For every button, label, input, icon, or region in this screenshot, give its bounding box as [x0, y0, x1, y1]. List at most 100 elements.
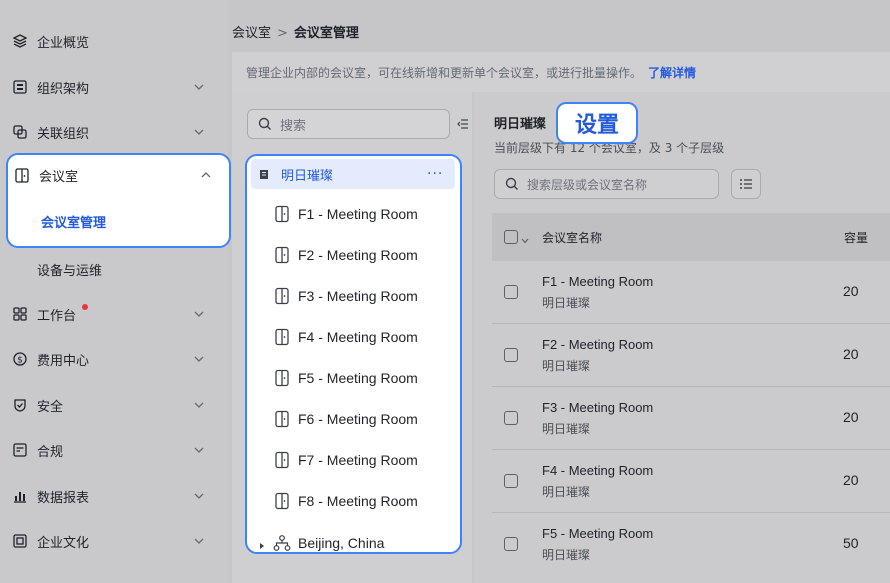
tree-room-item[interactable]: F2 - Meeting Room: [247, 240, 459, 270]
notification-dot: [82, 304, 88, 310]
culture-icon: [12, 533, 28, 549]
sidebar-item-billing[interactable]: $ 费用中心: [0, 339, 228, 379]
tree-room-label: F6 - Meeting Room: [298, 411, 418, 427]
learn-more-link[interactable]: 了解详情: [648, 64, 696, 81]
tree-room-label: F8 - Meeting Room: [298, 493, 418, 509]
room-search-placeholder: 搜索层级或会议室名称: [527, 177, 648, 192]
meeting-room-icon: [14, 167, 30, 183]
sidebar-item-compliance[interactable]: 合规: [0, 430, 228, 470]
sidebar-item-label: 会议室管理: [41, 215, 107, 231]
meeting-room-icon: [274, 451, 290, 469]
row-checkbox[interactable]: [504, 474, 518, 488]
meeting-room-icon: [274, 369, 290, 387]
tree-room-item[interactable]: F6 - Meeting Room: [247, 404, 459, 434]
grid-icon: [12, 306, 28, 322]
settings-button[interactable]: 设置: [556, 102, 638, 144]
row-checkbox[interactable]: [504, 537, 518, 551]
dollar-icon: $: [12, 351, 28, 367]
tree-room-item[interactable]: F1 - Meeting Room: [247, 199, 459, 229]
sidebar-item-overview[interactable]: 企业概览: [0, 21, 228, 61]
meeting-room-icon: [274, 205, 290, 223]
sidebar-item-meeting-room[interactable]: 会议室: [2, 155, 230, 195]
tree-room-label: F7 - Meeting Room: [298, 452, 418, 468]
room-name: F1 - Meeting Room: [542, 274, 654, 289]
meeting-room-icon: [274, 328, 290, 346]
link-org-icon: [12, 124, 28, 140]
shield-icon: [12, 397, 28, 413]
table-header: 会议室名称 容量: [492, 213, 890, 261]
sidebar-item-label: 会议室: [39, 169, 79, 185]
chevron-down-icon: [192, 125, 206, 139]
meeting-room-icon: [274, 492, 290, 510]
row-checkbox[interactable]: [504, 411, 518, 425]
room-name: F3 - Meeting Room: [542, 400, 654, 415]
chevron-down-icon: [192, 80, 206, 94]
org-icon: [12, 79, 28, 95]
detail-title: 明日璀璨: [494, 117, 547, 132]
sidebar-item-label: 企业文化: [37, 535, 90, 551]
tree-room-item[interactable]: F8 - Meeting Room: [247, 486, 459, 516]
tree-root-node[interactable]: 明日璀璨 ···: [251, 159, 455, 189]
sidebar-item-label: 关联组织: [37, 126, 90, 142]
table-row[interactable]: F1 - Meeting Room 明日璀璨 20: [492, 261, 890, 324]
room-parent: 明日璀璨: [542, 359, 591, 373]
table-row[interactable]: F4 - Meeting Room 明日璀璨 20: [492, 450, 890, 513]
room-parent: 明日璀璨: [542, 422, 591, 436]
sidebar-item-security[interactable]: 安全: [0, 385, 228, 425]
room-parent: 明日璀璨: [542, 296, 591, 310]
tree-room-label: F1 - Meeting Room: [298, 206, 418, 222]
list-icon: [740, 179, 752, 189]
tree-room-item[interactable]: F4 - Meeting Room: [247, 322, 459, 352]
sidebar-item-label: 数据报表: [37, 490, 90, 506]
sidebar-item-meeting-room-management[interactable]: 会议室管理: [2, 201, 230, 241]
sidebar-item-devices[interactable]: 设备与运维: [0, 249, 228, 289]
room-capacity: 50: [843, 535, 859, 551]
room-capacity: 20: [843, 409, 859, 425]
tree-room-item[interactable]: F7 - Meeting Room: [247, 445, 459, 475]
tree-room-item[interactable]: F5 - Meeting Room: [247, 363, 459, 393]
column-header-name: 会议室名称: [542, 230, 603, 245]
room-name: F2 - Meeting Room: [542, 337, 654, 352]
room-parent: 明日璀璨: [542, 548, 591, 562]
breadcrumb-parent[interactable]: 会议室: [232, 26, 271, 41]
chevron-down-icon: [192, 443, 206, 457]
sidebar-item-label: 安全: [37, 399, 64, 415]
expand-caret-icon[interactable]: [258, 539, 266, 549]
tree-group-item[interactable]: Beijing, China: [247, 528, 459, 552]
svg-text:$: $: [17, 356, 23, 366]
sidebar-item-org[interactable]: 组织架构: [0, 67, 228, 107]
room-capacity: 20: [843, 472, 859, 488]
chevron-down-icon: [192, 307, 206, 321]
description-text: 管理企业内部的会议室，可在线新增和更新单个会议室，或进行批量操作。: [246, 65, 643, 80]
more-options-icon[interactable]: ···: [427, 166, 443, 182]
sidebar-item-linked-org[interactable]: 关联组织: [0, 112, 228, 152]
room-tree: 明日璀璨 ··· F1 - Meeting Room F2 - Meeting …: [245, 154, 462, 554]
select-all-checkbox[interactable]: [504, 230, 518, 244]
list-view-button[interactable]: [731, 169, 761, 199]
tree-room-label: F2 - Meeting Room: [298, 247, 418, 263]
collapse-tree-button[interactable]: [456, 112, 470, 136]
sidebar-item-culture[interactable]: 企业文化: [0, 521, 228, 561]
room-search-input[interactable]: 搜索层级或会议室名称: [494, 169, 719, 199]
chevron-down-icon: [192, 534, 206, 548]
search-icon: [505, 177, 519, 191]
room-capacity: 20: [843, 346, 859, 362]
tree-root-label: 明日璀璨: [281, 168, 334, 184]
row-checkbox[interactable]: [504, 285, 518, 299]
table-row[interactable]: F2 - Meeting Room 明日璀璨 20: [492, 324, 890, 387]
tree-room-item[interactable]: F3 - Meeting Room: [247, 281, 459, 311]
meeting-room-icon: [274, 287, 290, 305]
chevron-down-icon[interactable]: [521, 233, 529, 244]
tree-room-label: F4 - Meeting Room: [298, 329, 418, 345]
sidebar-item-reports[interactable]: 数据报表: [0, 476, 228, 516]
row-checkbox[interactable]: [504, 348, 518, 362]
chevron-down-icon: [192, 489, 206, 503]
table-row[interactable]: F3 - Meeting Room 明日璀璨 20: [492, 387, 890, 450]
compliance-icon: [12, 442, 28, 458]
chevron-down-icon: [192, 398, 206, 412]
table-row[interactable]: F5 - Meeting Room 明日璀璨 50: [492, 513, 890, 583]
tree-search-input[interactable]: 搜索: [247, 109, 450, 139]
column-header-capacity: 容量: [844, 230, 869, 245]
search-icon: [258, 117, 272, 131]
sidebar-item-workplace[interactable]: 工作台: [0, 294, 228, 334]
